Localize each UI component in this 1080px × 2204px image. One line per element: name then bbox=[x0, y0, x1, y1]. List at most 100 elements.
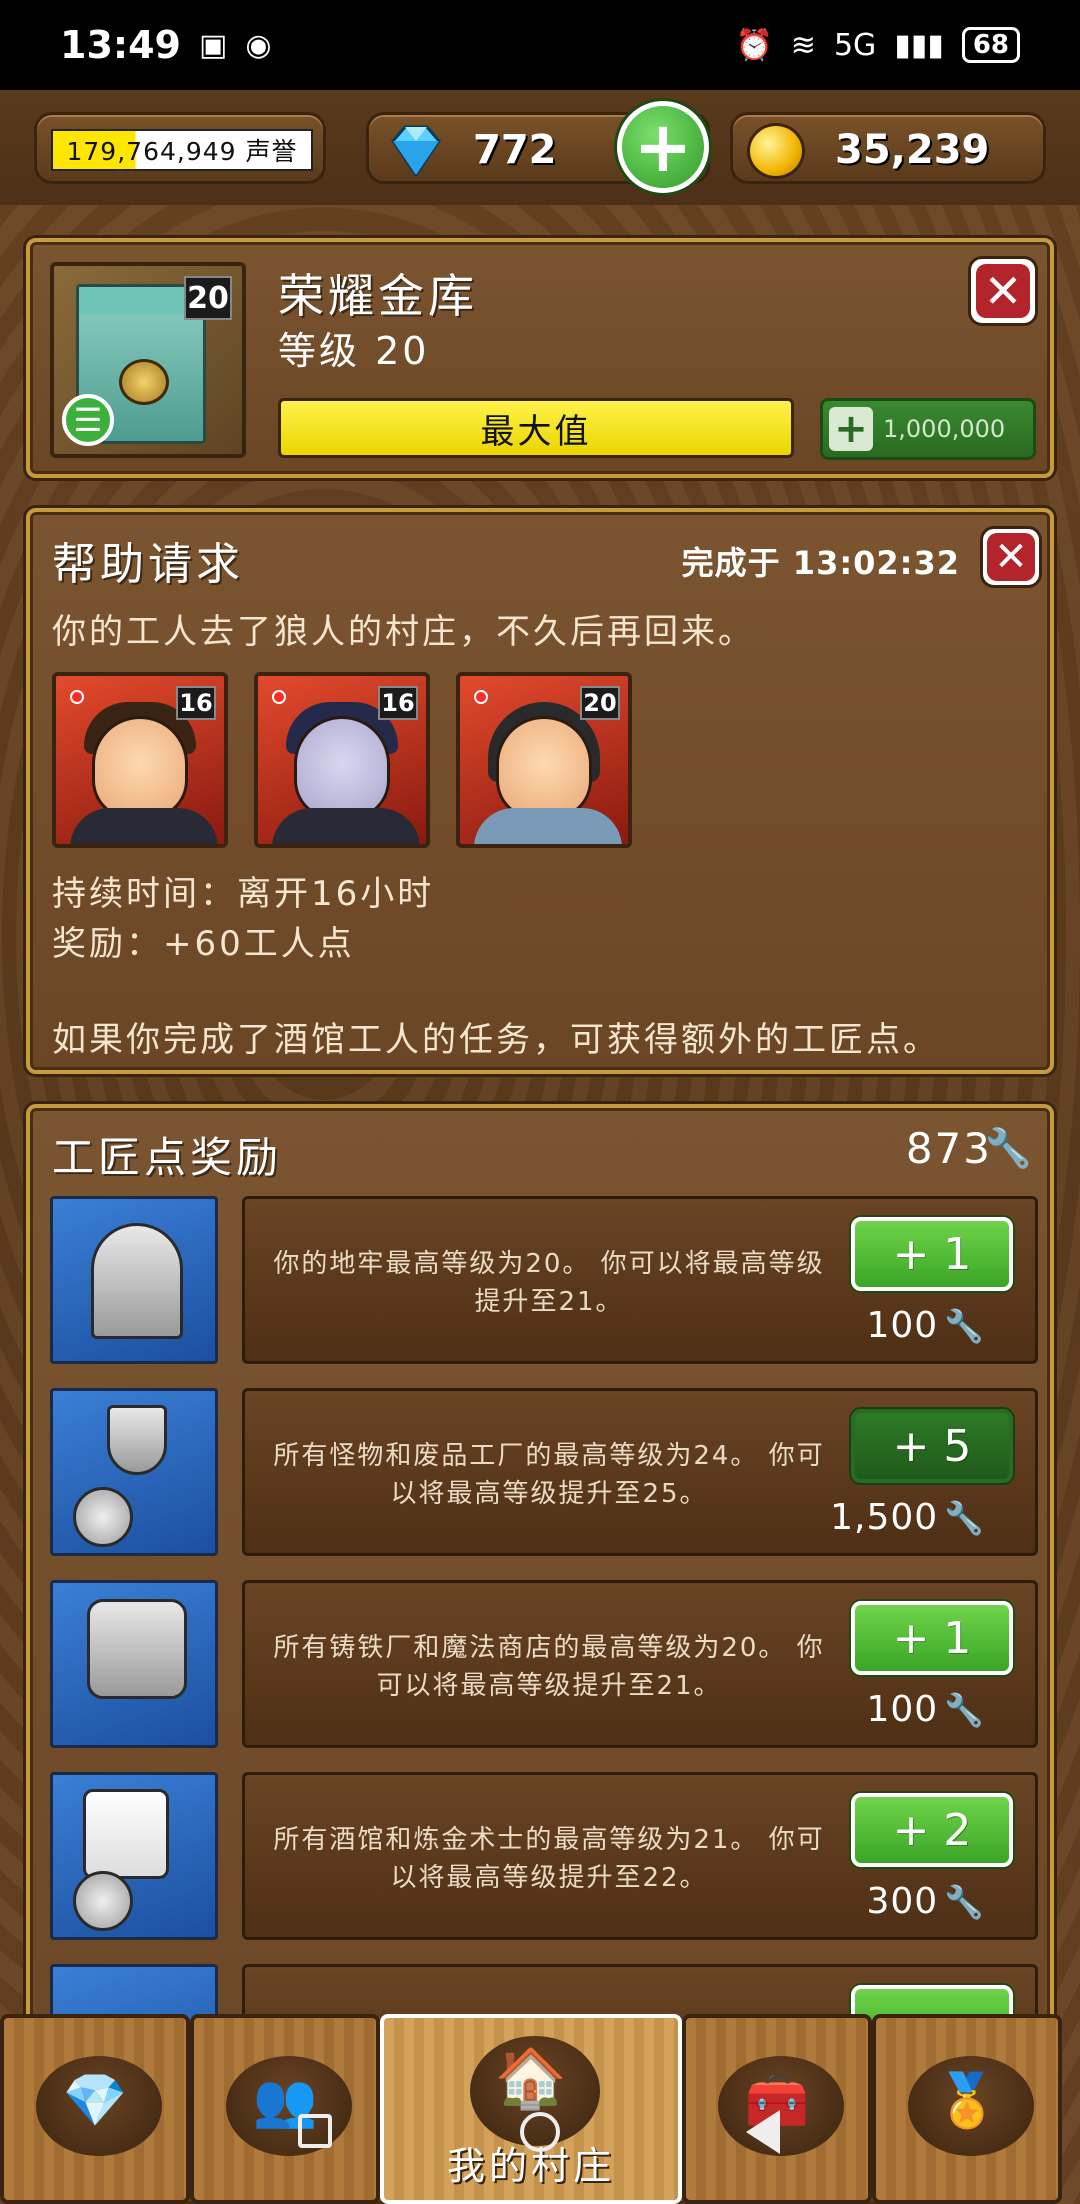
coin-count: 35,239 bbox=[835, 127, 990, 173]
bonus-row: 所有酒馆和炼金术士的最高等级为21。 你可以将最高等级提升至22。 + 2 30… bbox=[50, 1772, 1038, 1942]
worker-level: 16 bbox=[176, 686, 216, 720]
vault-upgrade-button[interactable]: + 1,000,000 bbox=[820, 398, 1036, 460]
plus-icon: + bbox=[829, 406, 873, 452]
bonus-upgrade-button[interactable]: + 5 bbox=[851, 1409, 1013, 1483]
bonus-desc-box: 你的地牢最高等级为20。 你可以将最高等级提升至21。 + 1 100 🔧 bbox=[242, 1196, 1038, 1364]
vault-level-badge: 20 bbox=[184, 276, 232, 320]
network-label: 5G bbox=[833, 27, 877, 63]
coin-display: 35,239 bbox=[730, 112, 1046, 184]
bonus-row: 所有铸铁厂和魔法商店的最高等级为20。 你可以将最高等级提升至21。 + 1 1… bbox=[50, 1580, 1038, 1750]
fame-display: 179,764,949 声誉 bbox=[34, 112, 326, 184]
tavern-potion-icon bbox=[50, 1772, 218, 1940]
worker-card[interactable]: 16 bbox=[254, 672, 430, 848]
bonus-desc: 你的地牢最高等级为20。 你可以将最高等级提升至21。 bbox=[273, 1249, 825, 1317]
fame-value: 179,764,949 声誉 bbox=[51, 129, 313, 171]
help-done-time: 完成于 13:02:32 bbox=[681, 544, 960, 582]
vault-level: 等级 20 bbox=[278, 329, 430, 373]
bonus-cost: 100 🔧 bbox=[866, 1305, 985, 1346]
status-dot-icon bbox=[474, 690, 488, 704]
worker-body bbox=[474, 808, 622, 844]
home-button[interactable] bbox=[520, 2112, 560, 2152]
vault-max-bar: 最大值 bbox=[278, 398, 794, 458]
alarm-icon: ⏰ bbox=[735, 27, 773, 63]
back-button[interactable] bbox=[746, 2110, 780, 2154]
bonus-upgrade-button[interactable]: + 1 bbox=[851, 1601, 1013, 1675]
help-note: 如果你完成了酒馆工人的任务，可获得额外的工匠点。 bbox=[52, 1020, 940, 1060]
bonus-cost: 1,500 🔧 bbox=[830, 1497, 985, 1538]
worker-card[interactable]: 20 bbox=[456, 672, 632, 848]
bonus-total: 873 bbox=[905, 1124, 992, 1173]
monster-factory-icon bbox=[50, 1388, 218, 1556]
signal-icon: ▮▮▮ bbox=[894, 27, 944, 63]
status-dot-icon bbox=[70, 690, 84, 704]
close-icon: ✕ bbox=[987, 533, 1035, 581]
help-title: 帮助请求 bbox=[52, 539, 244, 590]
nav-tab-workers[interactable]: 👥 bbox=[190, 2014, 380, 2204]
bonus-desc: 所有铸铁厂和魔法商店的最高等级为20。 你可以将最高等级提升至21。 bbox=[273, 1633, 825, 1701]
bonus-upgrade-button[interactable]: + 2 bbox=[851, 1793, 1013, 1867]
help-request-panel: 帮助请求 完成于 13:02:32 ✕ 你的工人去了狼人的村庄，不久后再回来。 … bbox=[26, 508, 1054, 1074]
worker-body bbox=[70, 808, 218, 844]
vault-title: 荣耀金库 bbox=[278, 269, 478, 323]
bonus-title: 工匠点奖励 bbox=[52, 1133, 283, 1182]
list-icon[interactable]: ☰ bbox=[62, 394, 114, 446]
worker-body bbox=[272, 808, 420, 844]
help-reward: 奖励：+60工人点 bbox=[52, 924, 355, 964]
bonus-upgrade-button[interactable]: + 1 bbox=[851, 1217, 1013, 1291]
status-right: ⏰ ≋ 5G ▮▮▮ 68 bbox=[735, 27, 1020, 63]
medal-icon: 🏅 bbox=[934, 2071, 1000, 2131]
nav-tab-my-village[interactable]: 🏠 我的村庄 bbox=[380, 2014, 682, 2204]
worker-face bbox=[496, 716, 592, 820]
worker-level: 16 bbox=[378, 686, 418, 720]
worker-level: 20 bbox=[580, 686, 620, 720]
gem-display: 772 + bbox=[366, 101, 710, 193]
status-dot-icon bbox=[272, 690, 286, 704]
bonus-desc-box: 所有酒馆和炼金术士的最高等级为21。 你可以将最高等级提升至22。 + 2 30… bbox=[242, 1772, 1038, 1940]
wrench-icon: 🔧 bbox=[944, 1691, 985, 1729]
vault-image[interactable]: 20 ☰ bbox=[50, 262, 246, 458]
notification-icon: ▣ bbox=[198, 27, 228, 63]
worker-face bbox=[92, 716, 188, 820]
bonus-desc-box: 所有铸铁厂和魔法商店的最高等级为20。 你可以将最高等级提升至21。 + 1 1… bbox=[242, 1580, 1038, 1748]
eye-icon: ◉ bbox=[245, 27, 272, 63]
wrench-icon: 🔧 bbox=[944, 1307, 985, 1345]
bonus-desc: 所有怪物和废品工厂的最高等级为24。 你可以将最高等级提升至25。 bbox=[273, 1441, 825, 1509]
close-icon: ✕ bbox=[976, 264, 1030, 318]
dungeon-gate-icon bbox=[50, 1196, 218, 1364]
bonus-desc: 所有酒馆和炼金术士的最高等级为21。 你可以将最高等级提升至22。 bbox=[273, 1825, 825, 1893]
status-bar: 13:49 ▣ ◉ ⏰ ≋ 5G ▮▮▮ 68 bbox=[0, 0, 1080, 90]
bonus-cost: 100 🔧 bbox=[866, 1689, 985, 1730]
coin-icon bbox=[747, 123, 805, 179]
upgrade-cost: 1,000,000 bbox=[883, 415, 1006, 443]
armor-forge-icon bbox=[50, 1580, 218, 1748]
bonus-cost-value: 100 bbox=[866, 1689, 939, 1730]
wrench-icon: 🔧 bbox=[944, 1499, 985, 1537]
bonus-cost-value: 300 bbox=[866, 1881, 939, 1922]
wifi-icon: ≋ bbox=[790, 27, 816, 63]
bonus-cost-value: 100 bbox=[866, 1305, 939, 1346]
gem-count: 772 bbox=[473, 127, 557, 173]
recent-apps-button[interactable] bbox=[298, 2114, 332, 2148]
resource-bar: 179,764,949 声誉 772 + 35,239 bbox=[0, 90, 1080, 205]
vault-panel: 20 ☰ 荣耀金库 等级 20 ✕ 最大值 + 1,000,000 bbox=[26, 238, 1054, 478]
house-icon: 🏠 bbox=[494, 2044, 568, 2112]
nav-tab-treasure[interactable]: 🧰 bbox=[682, 2014, 872, 2204]
wrench-icon: 🔧 bbox=[984, 1126, 1032, 1170]
help-description: 你的工人去了狼人的村庄，不久后再回来。 bbox=[52, 612, 755, 652]
wrench-icon: 🔧 bbox=[944, 1883, 985, 1921]
worker-card[interactable]: 16 bbox=[52, 672, 228, 848]
vault-close-button[interactable]: ✕ bbox=[968, 256, 1038, 326]
bonus-row: 所有怪物和废品工厂的最高等级为24。 你可以将最高等级提升至25。 + 5 1,… bbox=[50, 1388, 1038, 1558]
nav-tab-achievements[interactable]: 🏅 bbox=[872, 2014, 1062, 2204]
worker-face bbox=[294, 716, 390, 820]
bottom-nav: 💎 👥 🏠 我的村庄 🧰 🏅 bbox=[0, 2014, 1080, 2204]
nav-tab-gems[interactable]: 💎 bbox=[0, 2014, 190, 2204]
gem-shop-icon: 💎 bbox=[62, 2071, 128, 2131]
status-time: 13:49 bbox=[60, 23, 181, 67]
add-gems-button[interactable]: + bbox=[617, 101, 709, 193]
battery-indicator: 68 bbox=[961, 27, 1020, 63]
workers-icon: 👥 bbox=[252, 2071, 318, 2131]
diamond-icon bbox=[391, 125, 441, 178]
help-close-button[interactable]: ✕ bbox=[980, 526, 1042, 588]
bonus-desc-box: 所有怪物和废品工厂的最高等级为24。 你可以将最高等级提升至25。 + 5 1,… bbox=[242, 1388, 1038, 1556]
